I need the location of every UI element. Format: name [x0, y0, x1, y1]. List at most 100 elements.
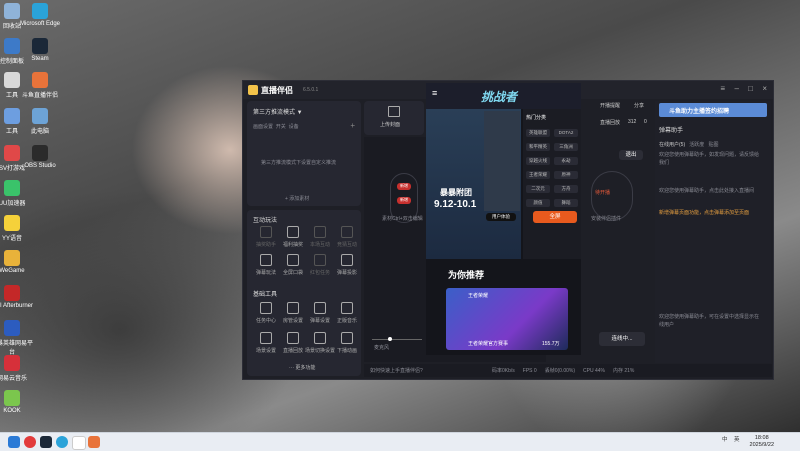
- volume-slider[interactable]: [372, 339, 422, 340]
- share-button[interactable]: 分享: [634, 102, 644, 109]
- interact-tool[interactable]: 竞猜互动: [332, 226, 362, 248]
- interact-tool[interactable]: 本场互动: [305, 226, 335, 248]
- help-link[interactable]: 如何快速上手直播伴侣?: [370, 367, 423, 374]
- desktop-icon[interactable]: Microsoft Edge: [18, 3, 62, 27]
- basic-tool[interactable]: 直播回放: [278, 332, 308, 354]
- desktop-icon[interactable]: OBS Studio: [18, 145, 62, 169]
- start-icon[interactable]: [8, 436, 20, 448]
- clock[interactable]: 18:08 2025/9/22: [750, 435, 774, 449]
- desktop-icon-label: KOOK: [3, 408, 21, 414]
- maximize-icon[interactable]: □: [748, 84, 753, 93]
- more-functions-button[interactable]: ··· 更多功能: [289, 364, 315, 371]
- interact-tool[interactable]: 福利抽奖: [278, 226, 308, 248]
- desktop-icon[interactable]: 网易云音乐: [0, 355, 34, 382]
- upload-cover-label: 上传封面: [380, 122, 401, 128]
- interact-tool[interactable]: 弹幕投影: [332, 254, 362, 276]
- interact-tool[interactable]: 弹幕玩法: [251, 254, 281, 276]
- menu-icon[interactable]: ≡: [720, 84, 725, 93]
- upload-cover-panel[interactable]: 上传封面: [364, 101, 424, 135]
- interact-tool[interactable]: 全屏口袋: [278, 254, 308, 276]
- minimize-icon[interactable]: –: [735, 84, 739, 93]
- tray-ime[interactable]: 中: [722, 435, 728, 443]
- desktop-icon[interactable]: YY语音: [0, 215, 34, 242]
- viewers-stat: 0: [644, 119, 647, 125]
- app-icon: [4, 285, 20, 301]
- basic-tool[interactable]: 房管设置: [278, 302, 308, 324]
- popup-header: ≡ 挑战者: [426, 83, 581, 109]
- app-icon: [32, 108, 48, 124]
- add-material-button[interactable]: + 添加素材: [285, 195, 309, 202]
- basic-tool[interactable]: 场景切换设置: [305, 332, 335, 354]
- basic-tool[interactable]: 场景设置: [251, 332, 281, 354]
- banner-text: 斗鱼助力主播签约招聘: [669, 109, 730, 115]
- tool-label: 红包任务: [309, 270, 330, 276]
- desktop-icon[interactable]: WeGame: [0, 250, 34, 274]
- steam-icon[interactable]: [40, 436, 52, 448]
- tab-activity[interactable]: 活跃度: [689, 142, 704, 148]
- desktop-icon[interactable]: Steam: [18, 38, 62, 62]
- recruit-banner[interactable]: 斗鱼助力主播签约招聘: [659, 103, 767, 117]
- category-item[interactable]: 二次元: [526, 185, 550, 193]
- category-item[interactable]: 和平精英: [526, 143, 550, 151]
- desktop-icon[interactable]: UU加速器: [0, 180, 34, 207]
- rec-new-badge[interactable]: 新增: [397, 183, 411, 190]
- desktop-icon-label: MSI Afterburner: [0, 303, 34, 309]
- desktop-icon[interactable]: KOOK: [0, 390, 34, 414]
- desktop-icon[interactable]: 斗鱼直播伴侣: [18, 72, 62, 99]
- basic-tool[interactable]: 任务中心: [251, 302, 281, 324]
- mode-tab[interactable]: 开关: [276, 124, 286, 130]
- add-icon[interactable]: +: [350, 121, 355, 130]
- edge-icon[interactable]: [56, 436, 68, 448]
- basic-tool[interactable]: 弹幕设置: [305, 302, 335, 324]
- category-item[interactable]: 三角洲: [554, 143, 578, 151]
- danmu-message: 欢迎您使用弹幕助手，点击此处接入直播间: [659, 188, 755, 194]
- category-item[interactable]: 颜值: [526, 199, 550, 207]
- desktop-icon[interactable]: MSI Afterburner: [0, 285, 34, 309]
- tray-lang[interactable]: 英: [734, 435, 740, 443]
- danmu-message: 欢迎您使用弹幕助手，可在设置中选择显示在线用户: [659, 314, 760, 328]
- scene-hint: 素材Ctrl+双击编辑: [382, 216, 423, 222]
- rec-new-badge[interactable]: 新增: [397, 197, 411, 204]
- category-panel: 热门分类 英雄联盟 DOTA2 和平精英 三角洲 穿越火线 永劫 王者荣耀 原神 二次元 方舟 颜值…: [523, 109, 581, 259]
- mode-selector[interactable]: 第三方推流模式 ▼: [253, 107, 303, 116]
- tool-icon: [341, 254, 353, 266]
- basic-tool[interactable]: 下播动画: [332, 332, 362, 354]
- volume-knob[interactable]: [388, 337, 392, 341]
- mode-tab[interactable]: 画面设置: [253, 124, 273, 130]
- clock-time: 18:08: [754, 435, 769, 441]
- category-item[interactable]: 穿越火线: [526, 157, 550, 165]
- tool-icon: [314, 302, 326, 314]
- likes-stat: 312: [628, 119, 637, 125]
- status-item: FPS 0: [522, 368, 537, 374]
- category-item[interactable]: 舞蹈: [554, 199, 578, 207]
- remind-button[interactable]: 开播提醒: [600, 102, 620, 109]
- menu-icon[interactable]: ≡: [432, 88, 437, 98]
- connecting-button[interactable]: 连线中...: [599, 332, 645, 346]
- douyu-icon[interactable]: [88, 436, 100, 448]
- desktop-icon[interactable]: 此电脑: [18, 108, 62, 135]
- category-item[interactable]: 原神: [554, 171, 578, 179]
- category-item[interactable]: 永劫: [554, 157, 578, 165]
- interact-tool[interactable]: 抽奖助手: [251, 226, 281, 248]
- desktop-icon[interactable]: 风暴英雄网易平台: [0, 320, 34, 356]
- app-icon[interactable]: [24, 436, 36, 448]
- category-item[interactable]: 英雄联盟: [526, 129, 550, 137]
- app-icon: [4, 390, 20, 406]
- interact-tool[interactable]: 红包任务: [305, 254, 335, 276]
- basic-tools-title: 基础工具: [253, 292, 278, 298]
- tab-online-users[interactable]: 在线用户(5): [659, 142, 685, 148]
- tool-label: 竞猜互动: [336, 242, 357, 248]
- mode-tab[interactable]: 设备: [289, 124, 299, 130]
- category-item[interactable]: 方舟: [554, 185, 578, 193]
- files-icon[interactable]: [72, 436, 86, 450]
- logout-button[interactable]: 退出: [619, 150, 643, 160]
- close-icon[interactable]: ×: [762, 84, 767, 93]
- category-item[interactable]: 王者荣耀: [526, 171, 550, 179]
- tool-label: 福利抽奖: [282, 242, 303, 248]
- basic-tool[interactable]: 正版音乐: [332, 302, 362, 324]
- tab-stickers[interactable]: 贴图: [708, 142, 718, 148]
- replay-stat[interactable]: 直播回放: [600, 119, 620, 126]
- fullscreen-button[interactable]: 全屏: [533, 211, 577, 223]
- recommend-card[interactable]: 王者荣耀官方赛事 155.7万 王者荣耀: [446, 288, 568, 350]
- category-item[interactable]: DOTA2: [554, 129, 578, 137]
